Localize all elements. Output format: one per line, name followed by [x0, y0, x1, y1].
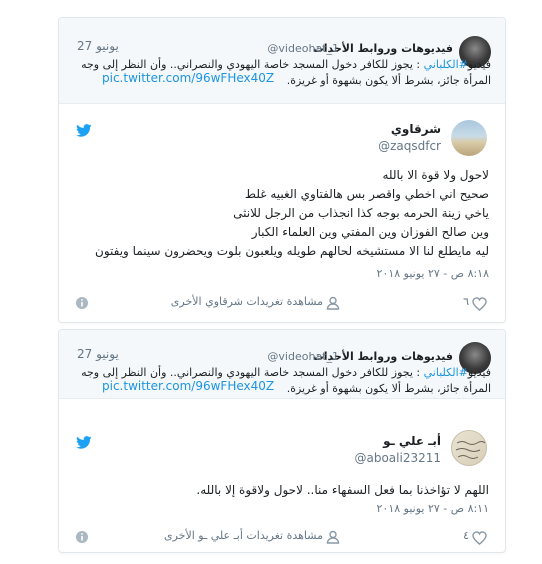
embedded-tweet-2[interactable]: فيديوهات وروابط الأحداث @videohat_1 27 ي…	[58, 329, 506, 553]
more-tweets-link[interactable]: مشاهدة تغريدات شرقاوي الأخرى	[171, 295, 323, 308]
quoted-tweet-text-line1: فيديو#الكلباني : يجوز للكافر دخول المسجد…	[81, 58, 491, 71]
author-name[interactable]: أبـ علي ـو	[383, 434, 441, 448]
person-icon	[326, 529, 340, 544]
quoted-tweet[interactable]: فيديوهات وروابط الأحداث @videohat_1 27 ي…	[59, 18, 505, 104]
info-icon[interactable]	[75, 529, 89, 543]
quoted-author-handle[interactable]: @videohat_1	[267, 42, 339, 55]
twitter-bird-icon[interactable]	[76, 434, 92, 449]
tweet-text-line: لاحول ولا قوة الا بالله	[382, 168, 489, 182]
author-handle[interactable]: @zaqsdfcr	[378, 139, 441, 153]
quoted-text-prefix: فيديو	[467, 366, 491, 379]
embedded-tweet-1[interactable]: فيديوهات وروابط الأحداث @videohat_1 27 ي…	[58, 17, 506, 323]
quoted-tweet-text-line1: فيديو#الكلباني : يجوز للكافر دخول المسجد…	[81, 366, 491, 379]
quoted-tweet-date[interactable]: 27 يونيو	[77, 39, 119, 53]
like-count[interactable]: ٤	[463, 529, 469, 542]
info-icon[interactable]	[75, 295, 89, 309]
quoted-text-line2: المرأة جائز، بشرط ألا يكون بشهوة أو غريز…	[286, 382, 491, 395]
quoted-tweet-text-line2: المرأة جائز، بشرط ألا يكون بشهوة أو غريز…	[287, 74, 491, 87]
heart-icon[interactable]	[472, 296, 487, 311]
like-count[interactable]: ٦	[463, 295, 469, 308]
hashtag-link[interactable]: #الكلباني	[424, 366, 468, 379]
person-icon	[326, 295, 340, 310]
author-avatar[interactable]	[451, 120, 487, 156]
more-tweets-link[interactable]: مشاهدة تغريدات أبـ علي ـو الأخرى	[164, 529, 323, 542]
tweet-timestamp[interactable]: ٨:١٨ ص - ٢٧ يونيو ٢٠١٨	[377, 267, 489, 280]
author-name[interactable]: شرقاوي	[391, 122, 441, 136]
quoted-text-rest: : يجوز للكافر دخول المسجد خاصة اليهودي و…	[81, 58, 424, 71]
pic-link[interactable]: pic.twitter.com/96wFHex40Z	[102, 379, 274, 393]
tweet-timestamp[interactable]: ٨:١١ ص - ٢٧ يونيو ٢٠١٨	[377, 502, 489, 515]
heart-icon[interactable]	[472, 530, 487, 545]
quoted-tweet[interactable]: فيديوهات وروابط الأحداث @videohat_1 27 ي…	[59, 330, 505, 399]
author-handle[interactable]: @aboali23211	[354, 451, 441, 465]
twitter-bird-icon[interactable]	[76, 122, 92, 137]
tweet-text-line: ليه مايطلع لنا الا مستشيخه لحالهم طويله …	[95, 244, 489, 258]
quoted-tweet-date[interactable]: 27 يونيو	[77, 347, 119, 361]
tweet-text-line: ياخي زينة الحرمه بوجه كذا انجذاب من الرج…	[233, 206, 489, 220]
hashtag-link[interactable]: #الكلباني	[424, 58, 468, 71]
quoted-tweet-text-line2: المرأة جائز، بشرط ألا يكون بشهوة أو غريز…	[287, 382, 491, 395]
quoted-text-rest: : يجوز للكافر دخول المسجد خاصة اليهودي و…	[81, 366, 424, 379]
tweet-text-line: صحيح اني اخطي واقصر بس هالفتاوي الغبيه غ…	[244, 187, 489, 201]
pic-link[interactable]: pic.twitter.com/96wFHex40Z	[102, 71, 274, 85]
quoted-text-line2: المرأة جائز، بشرط ألا يكون بشهوة أو غريز…	[286, 74, 491, 87]
quoted-author-handle[interactable]: @videohat_1	[267, 350, 339, 363]
tweet-text-line: اللهم لا تؤاخذنا بما فعل السفهاء منا.. ل…	[196, 483, 489, 497]
quoted-text-prefix: فيديو	[467, 58, 491, 71]
tweet-text-line: وين صالح الفوزان وين المفتي وين العلماء …	[251, 225, 489, 239]
author-avatar[interactable]	[451, 430, 487, 466]
